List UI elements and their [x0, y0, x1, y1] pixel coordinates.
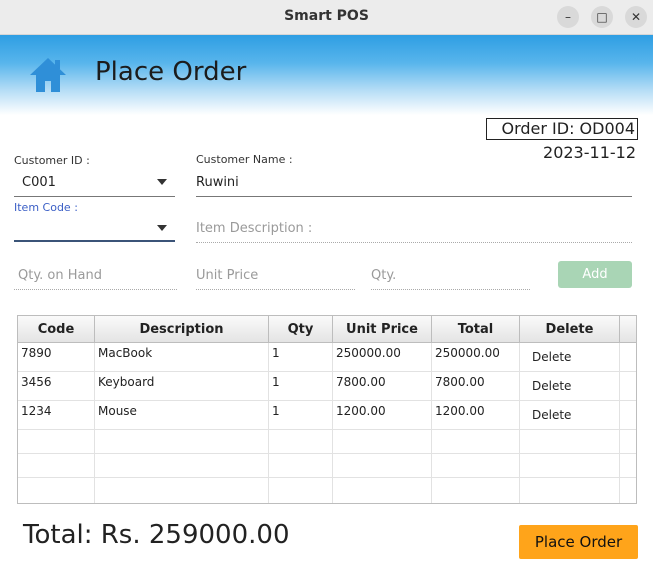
column-header-code[interactable]: Code	[18, 316, 95, 343]
header-banner: Place Order	[0, 35, 653, 115]
item-code-underline	[14, 240, 175, 242]
empty-cell	[95, 454, 269, 478]
customer-name-label: Customer Name :	[196, 153, 293, 166]
column-header-unit-price[interactable]: Unit Price	[333, 316, 432, 343]
cell-unit-price: 250000.00	[333, 343, 432, 372]
empty-cell	[432, 430, 520, 454]
window-titlebar: Smart POS – □ ✕	[0, 0, 653, 35]
empty-table-row	[18, 430, 636, 454]
table-header: Code Description Qty Unit Price Total De…	[18, 316, 636, 343]
table-row[interactable]: 1234 Mouse 1 1200.00 1200.00 Delete	[18, 401, 636, 430]
customer-id-combobox[interactable]: C001	[22, 175, 56, 190]
add-button[interactable]: Add	[558, 261, 632, 288]
unit-price-field[interactable]: Unit Price	[196, 268, 258, 283]
chevron-down-icon[interactable]	[157, 179, 167, 185]
cell-unit-price: 1200.00	[333, 401, 432, 430]
cell-code: 7890	[18, 343, 95, 372]
minimize-button[interactable]: –	[557, 6, 579, 28]
item-description-underline	[196, 242, 632, 243]
cell-description: Mouse	[95, 401, 269, 430]
empty-cell	[333, 454, 432, 478]
cell-code: 3456	[18, 372, 95, 401]
qty-on-hand-underline	[14, 289, 177, 290]
empty-cell	[520, 430, 620, 454]
empty-table-row	[18, 454, 636, 478]
delete-row-button[interactable]: Delete	[520, 401, 620, 430]
customer-name-underline	[196, 196, 632, 197]
home-icon[interactable]	[28, 55, 68, 95]
close-icon: ✕	[630, 10, 642, 24]
minimize-icon: –	[565, 10, 571, 24]
empty-cell	[333, 430, 432, 454]
empty-cell	[269, 430, 333, 454]
order-id-label: Order ID: OD004	[486, 118, 638, 140]
item-code-combobox[interactable]	[22, 221, 152, 237]
empty-cell	[95, 430, 269, 454]
unit-price-underline	[196, 289, 355, 290]
maximize-button[interactable]: □	[591, 6, 613, 28]
customer-id-underline	[14, 196, 175, 197]
customer-id-label: Customer ID :	[14, 154, 90, 167]
empty-cell	[520, 478, 620, 503]
empty-cell	[432, 478, 520, 503]
order-total-label: Total: Rs. 259000.00	[23, 520, 290, 550]
window-title: Smart POS	[284, 8, 369, 24]
close-button[interactable]: ✕	[625, 6, 647, 28]
table-row[interactable]: 7890 MacBook 1 250000.00 250000.00 Delet…	[18, 343, 636, 372]
empty-table-row	[18, 478, 636, 503]
cell-total: 1200.00	[432, 401, 520, 430]
empty-cell	[18, 478, 95, 503]
place-order-button[interactable]: Place Order	[519, 525, 638, 559]
customer-name-field[interactable]: Ruwini	[196, 175, 239, 190]
qty-on-hand-field[interactable]: Qty. on Hand	[18, 268, 102, 283]
delete-row-button[interactable]: Delete	[520, 343, 620, 372]
column-header-qty[interactable]: Qty	[269, 316, 333, 343]
item-code-label: Item Code :	[14, 201, 78, 214]
qty-underline	[371, 289, 530, 290]
page-title: Place Order	[95, 57, 247, 87]
empty-cell	[269, 478, 333, 503]
column-header-total[interactable]: Total	[432, 316, 520, 343]
cell-qty: 1	[269, 401, 333, 430]
delete-row-button[interactable]: Delete	[520, 372, 620, 401]
cell-qty: 1	[269, 372, 333, 401]
cell-description: Keyboard	[95, 372, 269, 401]
cell-total: 7800.00	[432, 372, 520, 401]
cell-total: 250000.00	[432, 343, 520, 372]
qty-field[interactable]: Qty.	[371, 268, 396, 283]
empty-cell	[18, 430, 95, 454]
empty-cell	[432, 454, 520, 478]
cell-qty: 1	[269, 343, 333, 372]
cell-code: 1234	[18, 401, 95, 430]
maximize-icon: □	[596, 10, 608, 24]
cell-description: MacBook	[95, 343, 269, 372]
column-header-delete[interactable]: Delete	[520, 316, 620, 343]
empty-cell	[520, 454, 620, 478]
column-header-description[interactable]: Description	[95, 316, 269, 343]
order-items-table[interactable]: Code Description Qty Unit Price Total De…	[17, 315, 637, 504]
empty-cell	[18, 454, 95, 478]
item-description-field[interactable]: Item Description :	[196, 221, 312, 236]
cell-unit-price: 7800.00	[333, 372, 432, 401]
chevron-down-icon[interactable]	[157, 225, 167, 231]
column-header-filler	[620, 316, 636, 343]
empty-cell	[95, 478, 269, 503]
empty-cell	[269, 454, 333, 478]
table-row[interactable]: 3456 Keyboard 1 7800.00 7800.00 Delete	[18, 372, 636, 401]
empty-cell	[333, 478, 432, 503]
order-date-label: 2023-11-12	[543, 143, 636, 162]
